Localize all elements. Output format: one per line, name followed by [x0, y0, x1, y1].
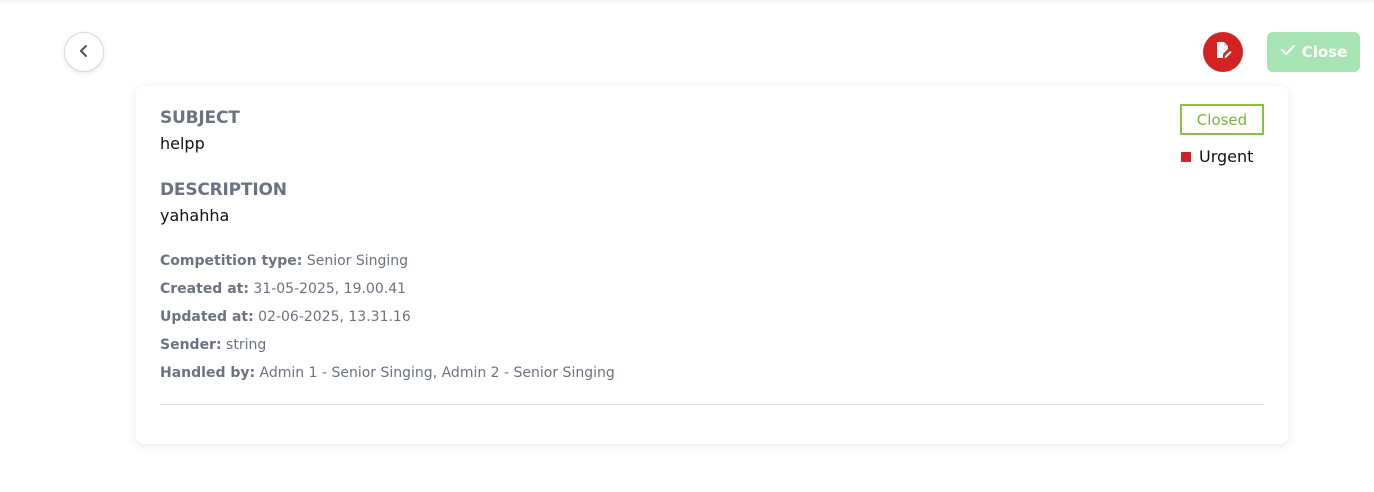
- divider: [160, 404, 1264, 405]
- top-bar-shadow: [0, 0, 1374, 4]
- description-value: yahahha: [160, 206, 230, 225]
- priority-indicator: Urgent: [1181, 147, 1253, 166]
- status-badge: Closed: [1180, 104, 1264, 135]
- competition-type-value: Senior Singing: [306, 253, 409, 269]
- edit-ticket-button[interactable]: [1203, 32, 1243, 72]
- competition-type-label: Competition type:: [160, 253, 303, 269]
- priority-label: Urgent: [1199, 147, 1254, 166]
- subject-label: SUBJECT: [160, 108, 240, 128]
- created-at-value: 31-05-2025, 19.00.41: [253, 281, 407, 297]
- back-button[interactable]: [64, 32, 104, 72]
- created-at-row: Created at: 31-05-2025, 19.00.41: [160, 281, 406, 297]
- competition-type-row: Competition type: Senior Singing: [160, 253, 408, 269]
- sender-label: Sender:: [160, 337, 222, 353]
- chevron-left-icon: [77, 43, 91, 62]
- ticket-detail-card: SUBJECT helpp DESCRIPTION yahahha Compet…: [136, 86, 1288, 444]
- close-ticket-button[interactable]: Close: [1267, 32, 1360, 72]
- handled-by-label: Handled by:: [160, 365, 256, 381]
- document-edit-icon: [1213, 40, 1233, 64]
- check-icon: [1280, 43, 1296, 61]
- created-at-label: Created at:: [160, 281, 249, 297]
- handled-by-row: Handled by: Admin 1 - Senior Singing, Ad…: [160, 365, 615, 381]
- sender-row: Sender: string: [160, 337, 266, 353]
- updated-at-row: Updated at: 02-06-2025, 13.31.16: [160, 309, 411, 325]
- priority-square-icon: [1181, 151, 1191, 162]
- subject-value: helpp: [160, 134, 205, 153]
- updated-at-value: 02-06-2025, 13.31.16: [258, 309, 411, 325]
- description-label: DESCRIPTION: [160, 180, 287, 200]
- handled-by-value: Admin 1 - Senior Singing, Admin 2 - Seni…: [259, 365, 615, 381]
- close-button-label: Close: [1301, 43, 1348, 61]
- updated-at-label: Updated at:: [160, 309, 254, 325]
- sender-value: string: [226, 337, 267, 353]
